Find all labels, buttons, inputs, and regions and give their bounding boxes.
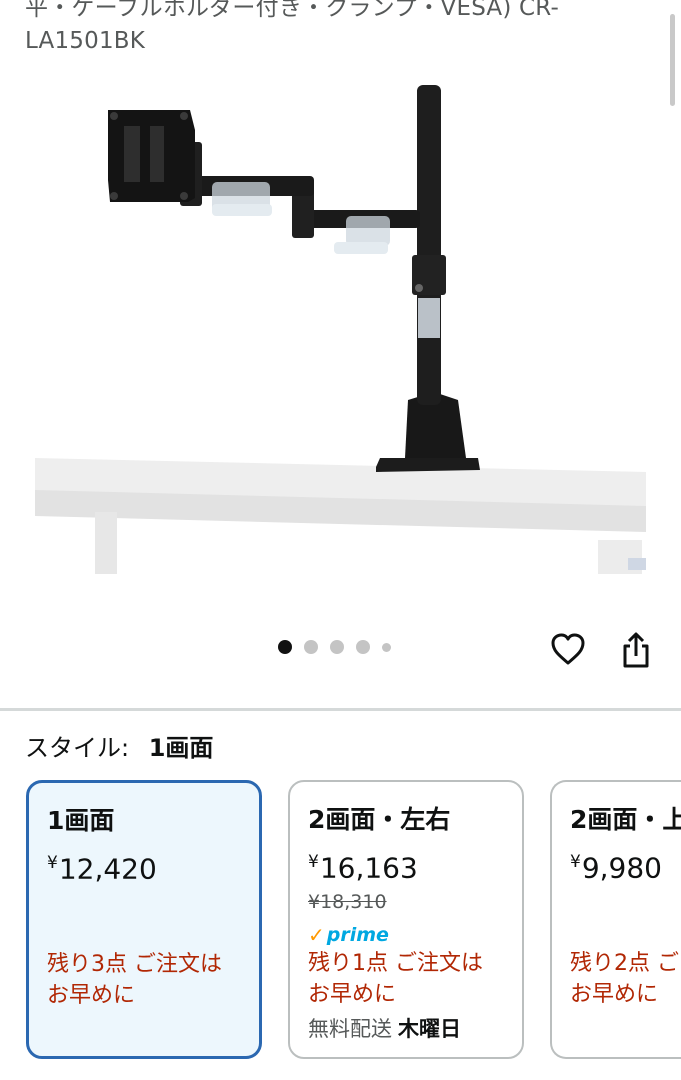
- style-option-card-1[interactable]: 1画面 ¥12,420 残り3点 ご注文は お早めに: [26, 780, 262, 1059]
- carousel-dot[interactable]: [278, 640, 292, 654]
- stock-warning: 残り2点 ご お早めに: [570, 951, 679, 1008]
- stock-warning: 残り3点 ご注文は お早めに: [47, 952, 222, 1009]
- style-label: スタイル:: [25, 734, 130, 762]
- carousel-dot[interactable]: [382, 642, 391, 652]
- option-name: 2画面・上: [570, 805, 681, 834]
- heart-icon[interactable]: [549, 630, 587, 668]
- option-price: ¥9,980: [570, 851, 662, 885]
- prime-check-icon: ✓: [308, 923, 325, 948]
- image-carousel-dots[interactable]: [278, 640, 391, 654]
- style-selector-label: スタイル: 1画面: [25, 730, 213, 766]
- list-price: ¥18,310: [308, 891, 387, 914]
- product-image[interactable]: [0, 70, 681, 590]
- section-divider: [0, 708, 681, 711]
- share-icon[interactable]: [618, 630, 654, 670]
- carousel-dot[interactable]: [330, 640, 344, 654]
- carousel-dot[interactable]: [356, 640, 370, 654]
- carousel-dot[interactable]: [304, 640, 318, 654]
- delivery-info: 無料配送 木曜日: [308, 1017, 461, 1042]
- style-option-card-2[interactable]: 2画面・左右 ¥16,163 ¥18,310 ✓ prime 残り1点 ご注文は…: [288, 780, 524, 1059]
- option-name: 1画面: [47, 806, 115, 835]
- option-name: 2画面・左右: [308, 805, 451, 834]
- option-price: ¥12,420: [47, 852, 157, 886]
- style-option-card-3[interactable]: 2画面・上 ¥9,980 残り2点 ご お早めに: [550, 780, 681, 1059]
- product-title: 平・ケーブルホルダー付き・クランプ・VESA) CR-LA1501BK: [25, 0, 560, 54]
- option-price: ¥16,163: [308, 851, 418, 885]
- style-selected-value: 1画面: [148, 734, 214, 762]
- stock-warning: 残り1点 ご注文は お早めに: [308, 951, 483, 1008]
- prime-badge: ✓ prime: [308, 923, 389, 948]
